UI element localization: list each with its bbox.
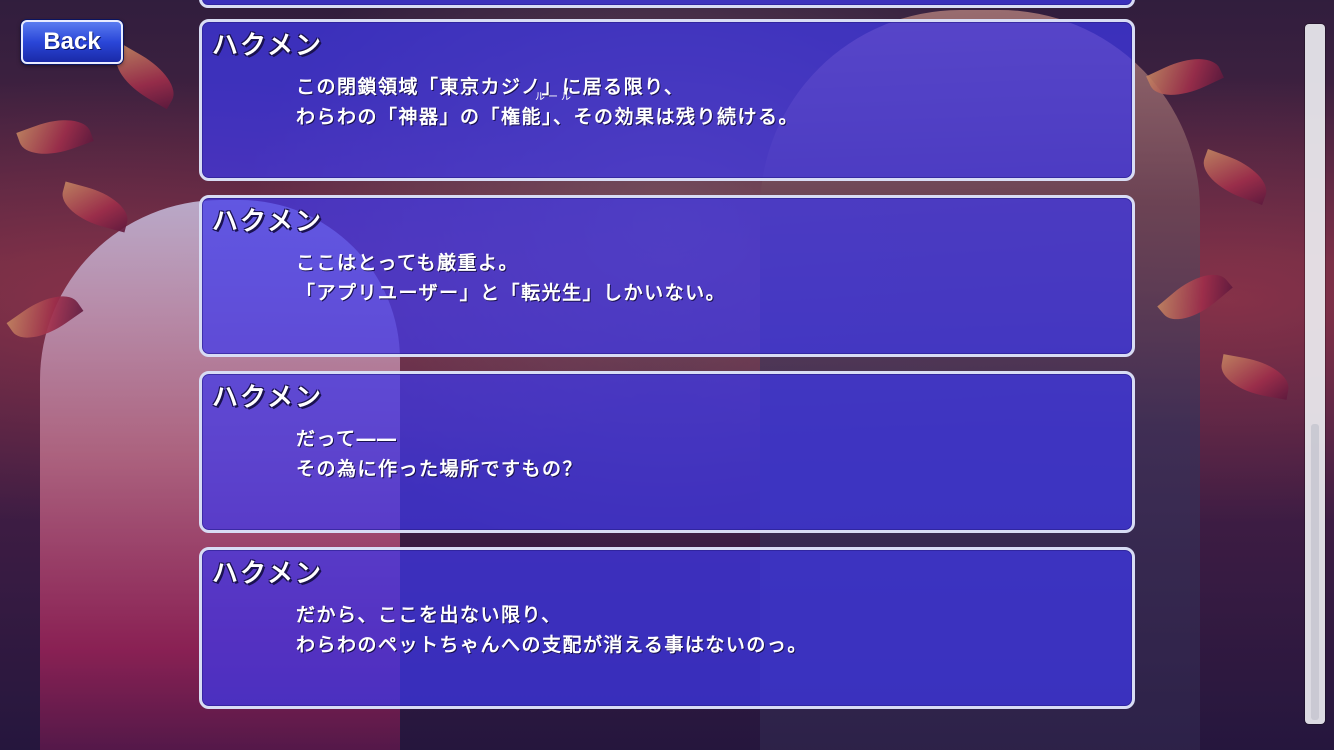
back-button[interactable]: Back (21, 20, 123, 64)
dialogue-line: わらわのペットちゃんへの支配が消える事はないのっ。 (296, 634, 808, 656)
dialogue-line: この閉鎖領域「東京カジノ」に居る限り、 (296, 76, 685, 98)
dialogue-line: その為に作った場所ですもの？ (296, 458, 584, 480)
log-entry: ハクメン だから、ここを出ない限り、 わらわのペットちゃんへの支配が消える事はな… (199, 547, 1135, 709)
scrollbar-thumb[interactable] (1311, 424, 1319, 720)
speaker-name: ハクメン (212, 31, 323, 61)
ruby-annotation: ルール (535, 92, 574, 103)
speaker-name: ハクメン (212, 207, 323, 237)
dialogue-line: だから、ここを出ない限り、 (296, 604, 562, 626)
dialogue-line: だって―― (296, 428, 398, 450)
log-entry: ハクメン ここはとっても厳重よ。 「アプリユーザー」と「転光生」しかいない。 (199, 195, 1135, 357)
log-entry: ハクメン この閉鎖領域「東京カジノ」に居る限り、 ルール わらわの「神器」の「権… (199, 19, 1135, 181)
speaker-name: ハクメン (212, 559, 323, 589)
dialogue-line: ここはとっても厳重よ。 (296, 252, 520, 274)
backlog-screen: Back ハクメン この閉鎖領域「東京カジノ」に居る限り、 ルール わらわの「神… (0, 0, 1334, 750)
speaker-name: ハクメン (212, 383, 323, 413)
dialogue-line: わらわの「神器」の「権能」、その効果は残り続ける。 (296, 106, 800, 128)
log-entry-partial (199, 0, 1135, 8)
log-entry: ハクメン だって―― その為に作った場所ですもの？ (199, 371, 1135, 533)
backlog-list[interactable]: ハクメン この閉鎖領域「東京カジノ」に居る限り、 ルール わらわの「神器」の「権… (199, 0, 1135, 750)
dialogue-line: 「アプリユーザー」と「転光生」しかいない。 (296, 282, 727, 304)
